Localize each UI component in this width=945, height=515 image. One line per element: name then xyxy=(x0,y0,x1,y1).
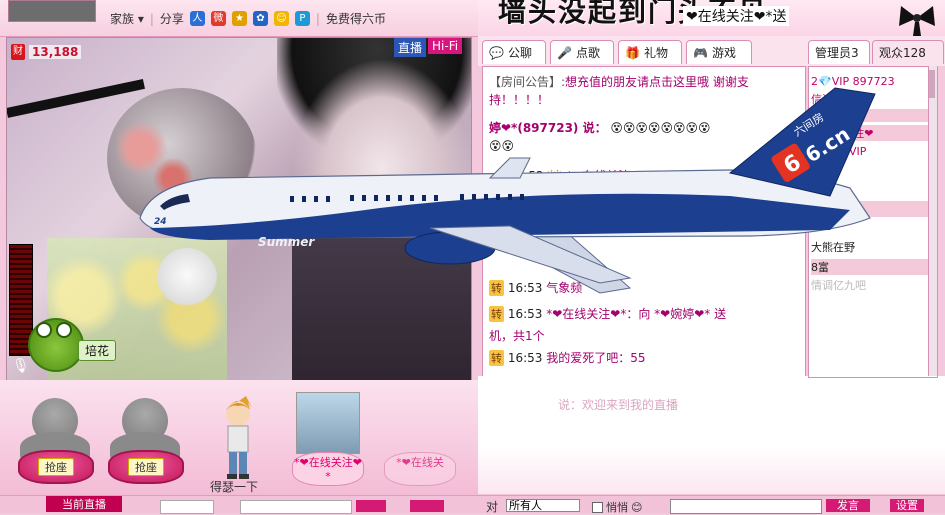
current-live-tab[interactable]: 当前直播 xyxy=(46,496,122,512)
chat-bubble-icon: 💬 xyxy=(489,45,504,60)
plane-number: 24 xyxy=(154,217,167,227)
message-time: 16:53 xyxy=(507,351,543,365)
share-weibo-icon[interactable]: 微 xyxy=(210,11,226,26)
room-banner: 墙头没起到门头不见 ❤在线关注❤*送 xyxy=(478,0,945,37)
send-button[interactable]: 发言 xyxy=(826,499,870,512)
grab-seat-button-2[interactable]: 抢座 xyxy=(108,450,184,484)
private-chat-area[interactable]: 说：欢迎来到我的直播 xyxy=(478,376,945,494)
tab-admins[interactable]: 管理员3 xyxy=(808,40,870,64)
grow-flower-button[interactable]: 培花 xyxy=(78,340,117,361)
airplane-ad[interactable]: 24 Summer 6 六间房 6.cn xyxy=(130,78,890,308)
forward-tag: 转 xyxy=(489,306,504,322)
frog-eye-right xyxy=(56,322,72,338)
hifi-toggle[interactable]: Hi-Fi xyxy=(428,38,463,54)
mic-icon: 🎤 xyxy=(557,45,572,60)
bottom-left-button[interactable] xyxy=(356,500,386,512)
top-links: 家族 ▾ | 分享 人 微 ★ ✿ ☺ P | 免费得六币 xyxy=(110,10,386,27)
welcome-message: 说：欢迎来到我的直播 xyxy=(558,398,679,412)
gamepad-icon: 🎮 xyxy=(693,45,708,60)
fan-badge-2[interactable]: *❤在线关 xyxy=(384,452,456,486)
wealth-value: 13,188 xyxy=(29,45,82,59)
gift-icon: 🎁 xyxy=(625,45,640,60)
grab-seat-button-1[interactable]: 抢座 xyxy=(18,450,94,484)
settings-button[interactable]: 设置 xyxy=(890,499,924,512)
tab-public-chat[interactable]: 💬 公聊 xyxy=(482,40,546,64)
tab-song-request[interactable]: 🎤 点歌 xyxy=(550,40,614,64)
chat-tabs: 💬 公聊 🎤 点歌 🎁 礼物 🎮 游戏 xyxy=(478,36,806,66)
family-menu[interactable]: 家族 ▾ xyxy=(110,10,144,27)
host-avatar[interactable] xyxy=(8,0,96,22)
plane-brand-text: Summer xyxy=(258,235,315,249)
share-kaixin-icon[interactable]: ☺ xyxy=(273,11,289,26)
live-tag: 直播 xyxy=(394,38,427,57)
message-time: 16:53 xyxy=(507,307,543,321)
bottom-left-button-2[interactable] xyxy=(410,500,444,512)
to-label: 对 xyxy=(486,500,499,514)
wealth-counter: 财 13,188 xyxy=(11,44,82,60)
fan-photo-avatar[interactable] xyxy=(296,392,360,454)
share-label: 分享 xyxy=(159,12,184,26)
share-paw-icon[interactable]: ✿ xyxy=(252,11,268,26)
user-tabs: 管理员3 观众128 xyxy=(806,36,945,66)
tab-audience[interactable]: 观众128 xyxy=(872,40,944,64)
fan-badge[interactable]: *❤在线关注❤* xyxy=(292,452,364,486)
checkbox-box[interactable] xyxy=(592,501,603,513)
share-star-icon[interactable]: ★ xyxy=(231,11,247,26)
private-label: 悄悄 xyxy=(606,501,628,514)
share-qzone-icon[interactable]: 人 xyxy=(189,11,205,26)
chat-message: *❤在线关注❤*：向 *❤婉婷❤* 送 xyxy=(546,307,727,321)
recipient-select[interactable]: 所有人 xyxy=(506,499,580,512)
tab-gifts[interactable]: 🎁 礼物 xyxy=(618,40,682,64)
banner-subtitle: ❤在线关注❤*送 xyxy=(683,6,790,26)
chat-message-cont: 机，共1个 xyxy=(489,329,545,343)
wealth-badge-icon: 财 xyxy=(11,44,25,60)
microphone-icon[interactable]: 🎙 xyxy=(12,358,30,376)
tab-games[interactable]: 🎮 游戏 xyxy=(686,40,752,64)
chat-message: 我的爱死了吧：55 xyxy=(546,351,646,365)
share-p-icon[interactable]: P xyxy=(294,11,310,26)
show-off-label: 得瑟一下 xyxy=(210,480,259,494)
user-list-scrollbar[interactable] xyxy=(928,66,937,376)
scrollbar-thumb[interactable] xyxy=(929,70,935,98)
free-coins-link[interactable]: 免费得六币 xyxy=(326,10,386,27)
private-checkbox[interactable]: 悄悄 😊 xyxy=(592,499,642,515)
cartoon-boy-avatar[interactable] xyxy=(218,392,258,480)
frog-eye-left xyxy=(36,322,52,338)
forward-tag: 转 xyxy=(489,350,504,366)
